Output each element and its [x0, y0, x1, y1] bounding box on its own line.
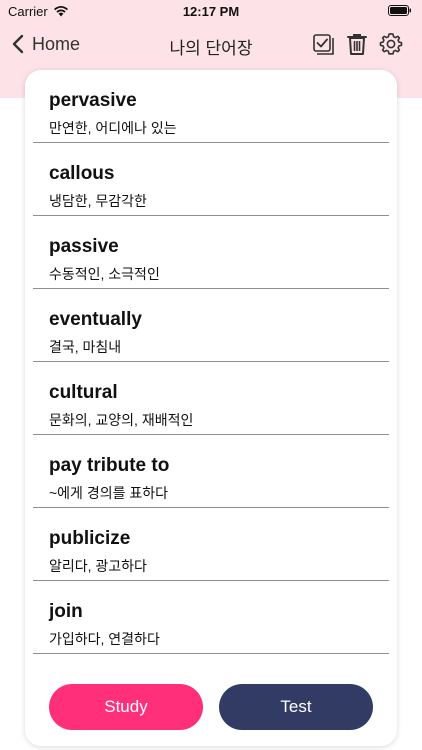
word-meaning: 가입하다, 연결하다 — [49, 631, 160, 647]
word-text: passive — [49, 236, 119, 257]
word-meaning: ~에게 경의를 표하다 — [49, 485, 168, 501]
select-button[interactable] — [310, 30, 336, 58]
status-time: 12:17 PM — [182, 4, 240, 19]
word-text: callous — [49, 163, 115, 184]
word-text: join — [49, 601, 83, 622]
word-card: pervasive 만연한, 어디에나 있는 callous 냉담한, 무감각한… — [25, 70, 397, 746]
settings-button[interactable] — [378, 30, 404, 58]
study-button[interactable]: Study — [49, 684, 203, 730]
screen: Carrier 12:17 PM Home 나의 단어장 pervasive 만… — [0, 0, 422, 750]
word-text: pervasive — [49, 90, 137, 111]
word-text: eventually — [49, 309, 142, 330]
word-meaning: 문화의, 교양의, 재배적인 — [49, 412, 194, 428]
word-text: pay tribute to — [49, 455, 170, 476]
gear-icon — [379, 33, 403, 55]
word-meaning: 만연한, 어디에나 있는 — [49, 120, 177, 136]
word-meaning: 알리다, 광고하다 — [49, 558, 147, 574]
checklist-icon — [313, 34, 334, 55]
word-row[interactable]: callous 냉담한, 무감각한 — [33, 143, 389, 216]
action-buttons: Study Test — [25, 684, 397, 730]
status-bar: Carrier 12:17 PM — [0, 0, 422, 24]
navigation-bar: Home 나의 단어장 — [0, 26, 422, 62]
nav-actions — [310, 30, 404, 58]
word-text: publicize — [49, 528, 131, 549]
battery-icon — [388, 5, 411, 16]
word-row[interactable]: cultural 문화의, 교양의, 재배적인 — [33, 362, 389, 435]
word-row[interactable]: join 가입하다, 연결하다 — [33, 581, 389, 654]
word-row[interactable]: pervasive 만연한, 어디에나 있는 — [33, 70, 389, 143]
word-row[interactable]: pay tribute to ~에게 경의를 표하다 — [33, 435, 389, 508]
word-text: cultural — [49, 382, 118, 403]
test-button[interactable]: Test — [219, 684, 373, 730]
word-meaning: 수동적인, 소극적인 — [49, 266, 160, 282]
word-list: pervasive 만연한, 어디에나 있는 callous 냉담한, 무감각한… — [25, 70, 397, 654]
trash-icon — [347, 34, 367, 55]
word-row[interactable]: passive 수동적인, 소극적인 — [33, 216, 389, 289]
word-row[interactable]: eventually 결국, 마침내 — [33, 289, 389, 362]
word-row[interactable]: publicize 알리다, 광고하다 — [33, 508, 389, 581]
word-meaning: 냉담한, 무감각한 — [49, 193, 147, 209]
delete-button[interactable] — [344, 30, 370, 58]
word-meaning: 결국, 마침내 — [49, 339, 122, 355]
